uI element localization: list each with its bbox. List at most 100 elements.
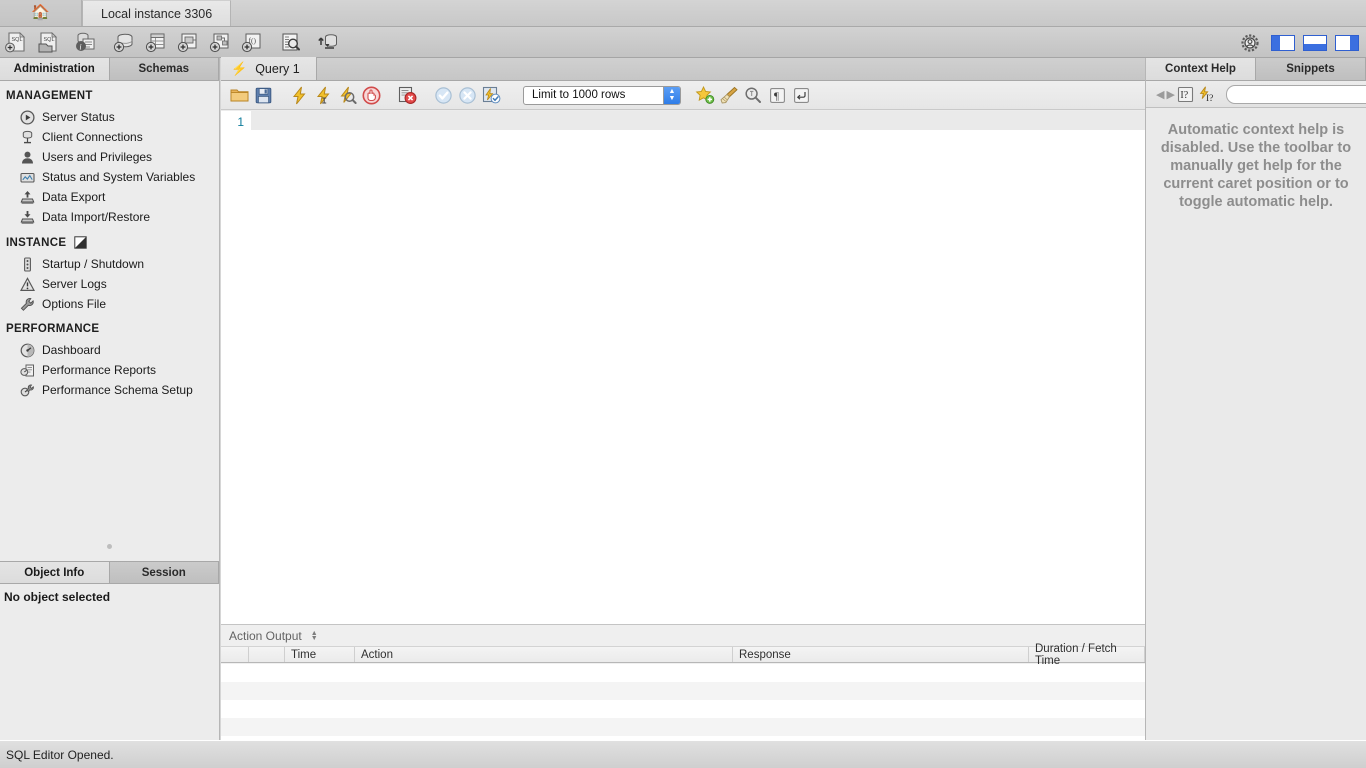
sidebar-item-server-status[interactable]: Server Status [0,107,219,127]
sidebar-item-label: Data Import/Restore [42,207,150,227]
tab-context-help[interactable]: Context Help [1146,58,1256,80]
sidebar-item-users-and-privileges[interactable]: Users and Privileges [0,147,219,167]
create-schema-button[interactable] [108,28,140,57]
import-down-icon [19,209,35,225]
explain-statement-button[interactable] [335,83,359,107]
lightning-magnifier-icon [338,86,357,105]
svg-text:I?: I? [1180,90,1188,101]
wrench-icon [19,296,35,312]
sidebar-item-options-file[interactable]: Options File [0,294,219,314]
lightning-cursor-icon [314,86,333,105]
open-script-button[interactable] [227,83,251,107]
create-view-button[interactable] [172,28,204,57]
connection-tab[interactable]: Local instance 3306 [82,0,231,26]
open-inspector-button[interactable]: i [70,28,102,57]
pilcrow-icon: ¶ [769,87,786,104]
sidebar-item-label: Server Status [42,107,115,127]
gear-wheel-icon [1240,33,1260,53]
reconnect-server-button[interactable] [312,28,344,57]
grid-col-time[interactable]: Time [285,647,355,662]
sidebar-section-instance: INSTANCE [0,227,219,254]
sidebar-content: MANAGEMENT Server Status Client Con [0,81,219,551]
sidebar-item-dashboard[interactable]: Dashboard [0,340,219,360]
sidebar-item-label: Status and System Variables [42,167,195,187]
sidebar-item-data-export[interactable]: Data Export [0,187,219,207]
wrap-arrow-icon [793,87,810,104]
sidebar-tab-schemas[interactable]: Schemas [110,58,220,80]
execute-statement-button[interactable] [287,83,311,107]
create-view-icon [175,31,201,53]
manual-help-icon[interactable]: I? [1177,84,1196,104]
open-sql-script-button[interactable]: SQL [32,28,64,57]
user-icon [19,149,35,165]
stop-statement-button[interactable] [359,83,383,107]
line-number: 1 [237,115,244,129]
auto-help-toggle-icon[interactable]: I? [1198,84,1218,104]
sidebar-item-label: Server Logs [42,274,107,294]
forward-arrow-icon[interactable]: ▶ [1166,84,1174,104]
create-procedure-icon [207,31,233,53]
toggle-invisible-chars-button[interactable]: ¶ [765,83,789,107]
home-tab[interactable]: 🏠 [0,0,82,26]
save-snippet-button[interactable] [693,83,717,107]
search-data-button[interactable] [274,28,306,57]
settings-button[interactable] [1234,28,1266,57]
sidebar-item-performance-reports[interactable]: Performance Reports [0,360,219,380]
toggle-stop-on-error-button[interactable] [395,83,419,107]
toggle-output-button[interactable] [1303,35,1327,51]
top-tab-strip: 🏠 Local instance 3306 [0,0,1366,27]
action-output-dropdown-icon[interactable]: ▲▼ [311,631,318,641]
create-table-icon [143,31,169,53]
sql-editor[interactable]: 1 [221,111,1145,694]
stop-on-error-icon [398,86,417,105]
editor-tab-query-1[interactable]: ⚡ Query 1 [221,57,317,80]
power-strip-icon [19,256,35,272]
autocommit-icon [482,86,501,105]
back-arrow-icon[interactable]: ◀ [1156,84,1164,104]
sidebar-section-performance-title: PERFORMANCE [6,323,99,335]
inspector-icon: i [73,31,99,53]
tab-session[interactable]: Session [110,562,220,583]
grid-col-response[interactable]: Response [733,647,1029,662]
save-script-button[interactable] [251,83,275,107]
reconnect-icon [315,31,341,53]
create-function-button[interactable]: f() [236,28,268,57]
sidebar-item-label: Dashboard [42,340,101,360]
toggle-secondary-sidebar-button[interactable] [1335,35,1359,51]
sidebar-item-data-import-restore[interactable]: Data Import/Restore [0,207,219,227]
execute-current-statement-button[interactable] [311,83,335,107]
tab-snippets[interactable]: Snippets [1256,58,1366,80]
tab-snippets-label: Snippets [1286,63,1335,75]
grid-col-action[interactable]: Action [355,647,733,662]
context-help-search-input[interactable] [1226,85,1366,104]
rollback-transaction-button[interactable] [455,83,479,107]
row-limit-select[interactable]: Limit to 1000 rows ▲▼ [523,86,681,105]
editor-code-body[interactable] [251,111,1145,694]
toggle-word-wrap-button[interactable] [789,83,813,107]
sidebar-item-server-logs[interactable]: Server Logs [0,274,219,294]
action-output-header: Action Output ▲▼ [221,625,1145,646]
commit-check-icon [434,86,453,105]
commit-transaction-button[interactable] [431,83,455,107]
status-bar: SQL Editor Opened. [0,740,1366,768]
grid-col-duration[interactable]: Duration / Fetch Time [1029,647,1145,662]
sidebar-item-startup-shutdown[interactable]: Startup / Shutdown [0,254,219,274]
create-procedure-button[interactable] [204,28,236,57]
folder-icon [230,87,249,103]
new-sql-tab-button[interactable]: SQL [0,28,32,57]
sidebar-item-performance-schema-setup[interactable]: Performance Schema Setup [0,380,219,400]
find-button[interactable] [741,83,765,107]
toggle-sidebar-button[interactable] [1271,35,1295,51]
tab-object-info[interactable]: Object Info [0,562,110,583]
sidebar-splitter[interactable] [0,541,219,551]
toggle-autocommit-button[interactable] [479,83,503,107]
editor-tab-strip: ⚡ Query 1 [221,58,1145,81]
beautify-query-button[interactable] [717,83,741,107]
create-function-icon: f() [239,31,265,53]
sidebar-tab-administration[interactable]: Administration [0,58,110,80]
sidebar-item-status-and-system-variables[interactable]: Status and System Variables [0,167,219,187]
action-output-selector-label[interactable]: Action Output [229,629,302,643]
context-help-message: Automatic context help is disabled. Use … [1146,108,1366,211]
create-table-button[interactable] [140,28,172,57]
sidebar-item-client-connections[interactable]: Client Connections [0,127,219,147]
